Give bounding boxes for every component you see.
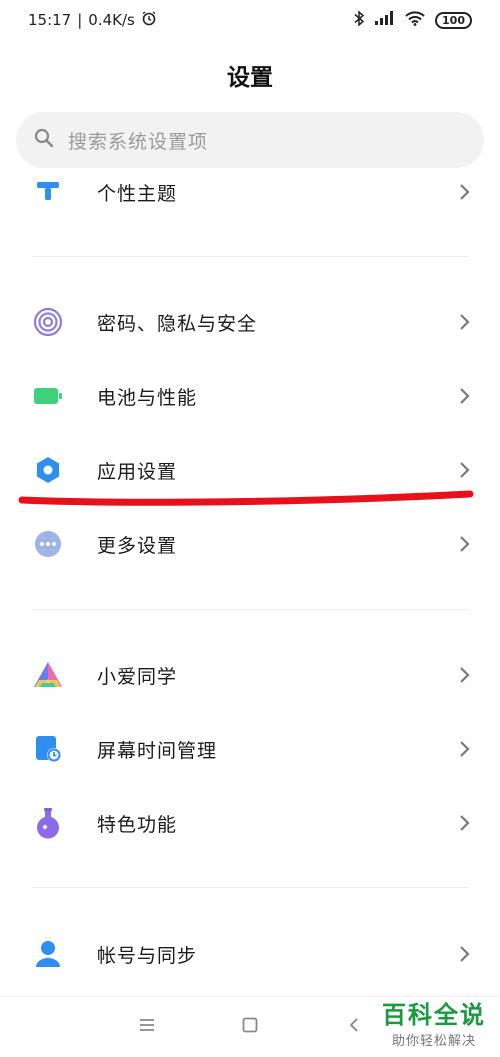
page-title: 设置 [227, 65, 273, 91]
settings-item-xiaoai[interactable]: 小爱同学 [0, 639, 500, 711]
watermark-logo: 百科全说 助你轻松解决 [382, 995, 486, 1049]
search-placeholder: 搜索系统设置项 [68, 130, 209, 153]
account-icon [32, 938, 64, 970]
chevron-right-icon [460, 946, 470, 962]
network-speed: 0.4K/s [88, 11, 135, 29]
settings-item-label: 电池与性能 [97, 386, 198, 409]
settings-item-account[interactable]: 帐号与同步 [0, 918, 500, 990]
settings-item-theme[interactable]: 个性主题 [0, 156, 500, 228]
settings-item-features[interactable]: 特色功能 [0, 787, 500, 859]
search-icon [34, 128, 54, 152]
chevron-right-icon [460, 741, 470, 757]
chevron-right-icon [460, 184, 470, 200]
back-nav-button[interactable] [348, 1017, 360, 1037]
section-divider [32, 256, 468, 257]
alarm-icon [141, 10, 157, 30]
bluetooth-icon [353, 9, 365, 31]
status-left: 15:17 | 0.4K/s [28, 10, 157, 30]
settings-item-label: 个性主题 [97, 182, 178, 205]
status-bar: 15:17 | 0.4K/s 100 [0, 0, 500, 40]
signal-icon [375, 11, 395, 29]
settings-item-privacy[interactable]: 密码、隐私与安全 [0, 286, 500, 358]
settings-item-screen-time[interactable]: 屏幕时间管理 [0, 713, 500, 785]
section-divider [32, 887, 468, 888]
chevron-right-icon [460, 815, 470, 831]
battery-indicator: 100 [435, 11, 472, 29]
flask-icon [32, 807, 64, 839]
chevron-right-icon [460, 314, 470, 330]
status-right: 100 [353, 9, 472, 31]
chevron-right-icon [460, 462, 470, 478]
home-nav-button[interactable] [242, 1017, 258, 1037]
status-separator: | [77, 11, 83, 29]
assistant-icon [32, 659, 64, 691]
settings-item-label: 小爱同学 [97, 665, 178, 688]
settings-item-label: 屏幕时间管理 [97, 739, 218, 762]
battery-icon [32, 380, 64, 412]
settings-item-label: 帐号与同步 [97, 944, 198, 967]
theme-icon [32, 176, 64, 208]
settings-item-label: 更多设置 [97, 534, 178, 557]
watermark-title: 百科全说 [382, 1001, 486, 1029]
chevron-right-icon [460, 536, 470, 552]
chevron-right-icon [460, 388, 470, 404]
status-time: 15:17 [28, 11, 72, 29]
watermark-subtitle: 助你轻松解决 [391, 1034, 476, 1049]
settings-item-label: 特色功能 [97, 813, 178, 836]
wifi-icon [405, 10, 425, 30]
menu-nav-button[interactable] [139, 1017, 155, 1036]
gear-icon [32, 454, 64, 486]
screen-time-icon [32, 733, 64, 765]
chevron-right-icon [460, 667, 470, 683]
settings-item-more[interactable]: 更多设置 [0, 508, 500, 580]
settings-item-label: 密码、隐私与安全 [97, 312, 258, 335]
settings-item-battery[interactable]: 电池与性能 [0, 360, 500, 432]
section-divider [32, 609, 468, 610]
fingerprint-icon [32, 306, 64, 338]
settings-item-label: 应用设置 [97, 460, 178, 483]
navigation-bar: 百科全说 助你轻松解决 [0, 996, 500, 1057]
more-icon [32, 528, 64, 560]
